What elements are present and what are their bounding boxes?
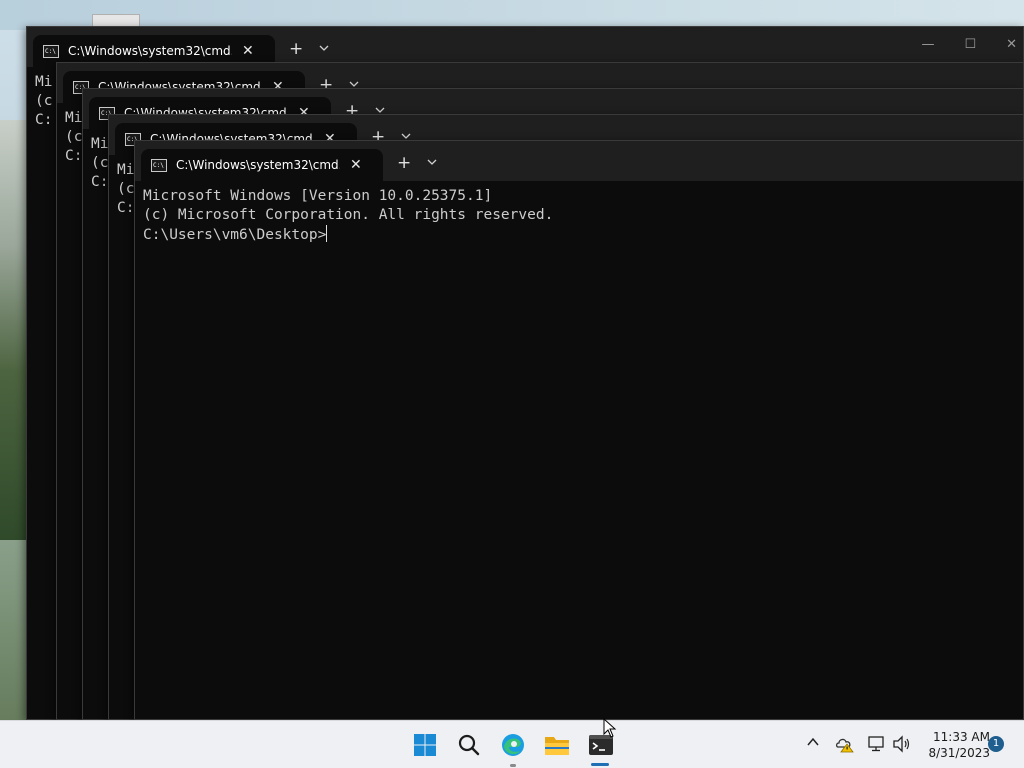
new-tab-button[interactable]: + — [289, 39, 303, 59]
close-icon[interactable]: ✕ — [1006, 37, 1017, 52]
console-output[interactable]: Mi (c C: — [117, 161, 134, 218]
volume-icon[interactable] — [892, 735, 912, 757]
console-output[interactable]: Mi (c C: — [91, 135, 108, 192]
console-line: C: — [91, 174, 109, 190]
console-line: (c — [117, 181, 135, 197]
cmd-icon: C:\ — [43, 44, 59, 58]
console-line: Mi — [117, 162, 135, 178]
chevron-down-icon[interactable] — [319, 43, 329, 53]
console-line: Mi — [65, 110, 83, 126]
console-line: (c) Microsoft Corporation. All rights re… — [143, 207, 554, 223]
notification-badge[interactable]: 1 — [988, 736, 1004, 752]
search-icon[interactable] — [455, 731, 483, 759]
console-line: (c — [65, 129, 83, 145]
minimize-icon[interactable]: — — [921, 37, 934, 52]
console-line: Mi — [91, 136, 109, 152]
clock-time: 11:33 AM — [933, 730, 990, 744]
network-icon[interactable] — [866, 735, 886, 757]
clock-date: 8/31/2023 — [928, 746, 990, 760]
window-controls: — ☐ ✕ — [921, 37, 1023, 52]
console-line: C: — [65, 148, 83, 164]
console-line: (c — [91, 155, 109, 171]
text-cursor — [326, 225, 328, 242]
console-line: Microsoft Windows [Version 10.0.25375.1] — [143, 188, 493, 204]
mouse-pointer-icon — [603, 717, 617, 742]
close-tab-icon[interactable]: ✕ — [350, 157, 362, 173]
close-tab-icon[interactable]: ✕ — [242, 43, 254, 59]
chevron-down-icon[interactable] — [427, 157, 437, 167]
taskbar: 11:33 AM 8/31/2023 — [0, 720, 1024, 768]
cmd-icon: C:\ — [151, 158, 167, 172]
tab-title: C:\Windows\system32\cmd.e: — [176, 158, 340, 172]
console-line: C:\Users\vm6\Desktop> — [143, 225, 328, 243]
title-bar[interactable]: C:\ C:\Windows\system32\cmd.e: ✕ + — [135, 141, 1023, 181]
title-bar[interactable]: C:\ C:\Windows\system32\cmd.e: ✕ + — ☐ ✕ — [27, 27, 1023, 67]
file-explorer-icon[interactable] — [543, 731, 571, 759]
terminal-active-indicator — [591, 763, 609, 766]
terminal-window-front[interactable]: C:\ C:\Windows\system32\cmd.e: ✕ + Microsoft… — [134, 140, 1024, 720]
console-output[interactable]: Microsoft Windows [Version 10.0.25375.1]… — [143, 187, 553, 245]
console-line: (c — [35, 93, 53, 109]
onedrive-warning-icon[interactable] — [835, 735, 855, 757]
maximize-icon[interactable]: ☐ — [964, 37, 976, 52]
windows-start-icon[interactable] — [411, 731, 439, 759]
new-tab-button[interactable]: + — [397, 153, 411, 173]
console-line: C: — [117, 200, 135, 216]
edge-running-indicator — [510, 764, 516, 767]
console-line: Mi — [35, 74, 53, 90]
tab-title: C:\Windows\system32\cmd.e: — [68, 44, 232, 58]
system-clock[interactable]: 11:33 AM 8/31/2023 — [910, 729, 990, 761]
console-line: C: — [35, 112, 53, 128]
chevron-up-icon[interactable] — [806, 735, 820, 753]
edge-icon[interactable] — [499, 731, 527, 759]
tab-cmd[interactable]: C:\ C:\Windows\system32\cmd.e: ✕ — [141, 149, 383, 181]
console-output[interactable]: Mi (c C: — [35, 73, 52, 130]
console-output[interactable]: Mi (c C: — [65, 109, 82, 166]
